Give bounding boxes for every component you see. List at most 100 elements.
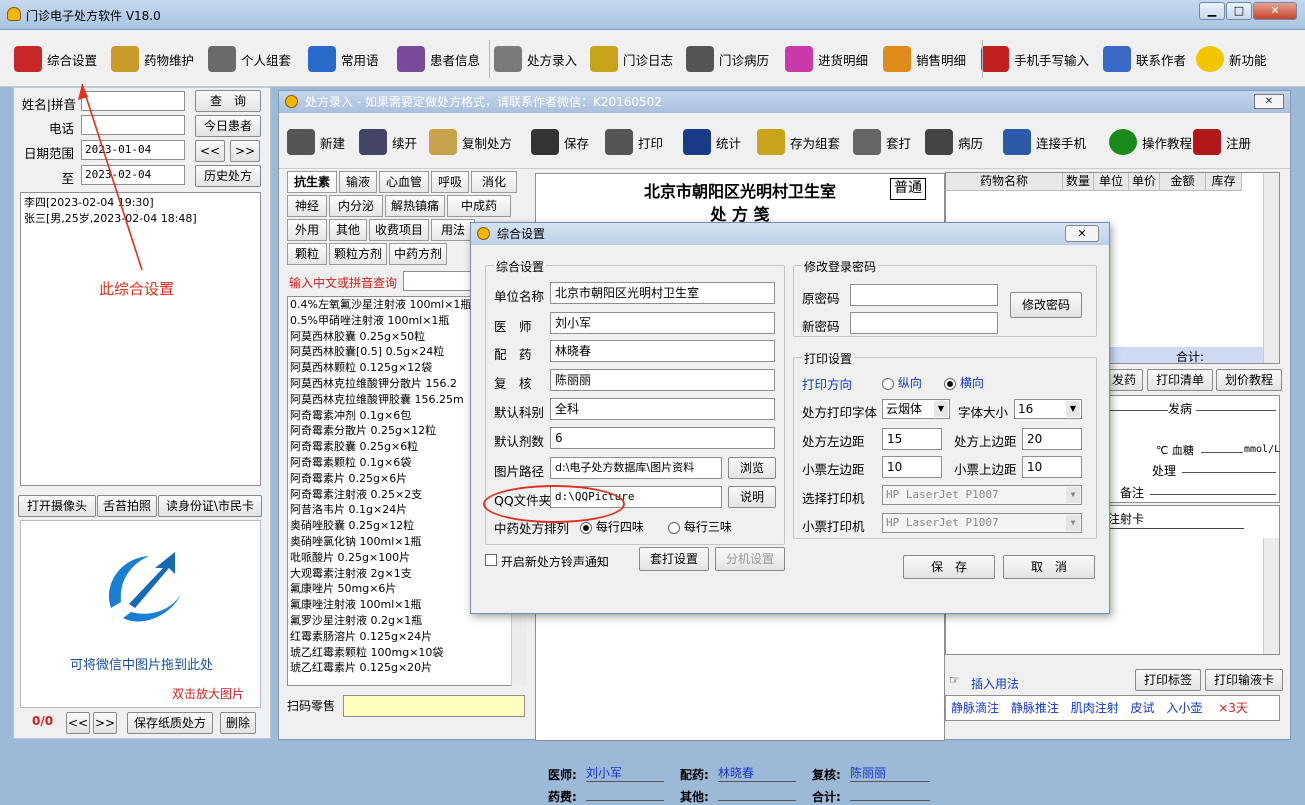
print-layout-button[interactable]: 套打设置 — [639, 547, 709, 571]
image-path-input[interactable]: d:\电子处方数据库\图片资料 — [550, 457, 722, 479]
rx-continue-button[interactable]: 续开 — [359, 128, 417, 156]
next-button[interactable]: >> — [230, 140, 260, 162]
grid-scrollbar[interactable] — [1263, 173, 1279, 363]
tab-1-3[interactable]: 中成药 — [447, 195, 511, 217]
grid-column-header[interactable]: 数量 — [1063, 173, 1094, 191]
change-password-button[interactable]: 修改密码 — [1010, 292, 1082, 318]
rx-register-button[interactable]: 注册 — [1193, 128, 1251, 156]
rx-printer2-button[interactable]: 套打 — [853, 128, 911, 156]
ticket-printer-select[interactable]: HP LaserJet P1007 ▼ — [882, 513, 1082, 533]
sound-option[interactable]: 开启新处方铃声通知 — [485, 553, 609, 570]
doctor-input[interactable]: 刘小军 — [550, 312, 775, 334]
scan-input[interactable] — [343, 695, 525, 717]
save-paper-rx-button[interactable]: 保存纸质处方 — [127, 712, 213, 734]
print-list-button[interactable]: 打印清单 — [1147, 369, 1213, 391]
maximize-button[interactable]: □ — [1226, 2, 1252, 20]
tab-3-0[interactable]: 颗粒 — [287, 243, 327, 265]
toolbar-chart-board-button[interactable]: 常用语 — [308, 45, 379, 73]
review-input[interactable]: 陈丽丽 — [550, 369, 775, 391]
toolbar-bar-chart-button[interactable]: 进货明细 — [785, 45, 868, 73]
tab-3-1[interactable]: 颗粒方剂 — [329, 243, 387, 265]
unit-input[interactable]: 北京市朝阳区光明村卫生室 — [550, 282, 775, 304]
portrait-option[interactable]: 纵向 — [882, 374, 922, 391]
list-item[interactable]: 氟罗沙星注射液 0.2g×1瓶 — [288, 613, 526, 629]
tab-2-3[interactable]: 用法 — [431, 219, 475, 241]
tab-0-2[interactable]: 心血管 — [379, 171, 429, 193]
toolbar-phone-tools-button[interactable]: 手机手写输入 — [981, 45, 1089, 73]
rx-save-button[interactable]: 保存 — [531, 128, 589, 156]
old-password-input[interactable] — [850, 284, 998, 306]
ticket-left-margin-input[interactable]: 10 — [882, 456, 942, 478]
close-icon[interactable]: ✕ — [1254, 94, 1284, 109]
font-size-select[interactable]: 16 ▼ — [1014, 399, 1082, 419]
rx-stats-button[interactable]: 统计 — [683, 128, 741, 156]
toolbar-sales-chart-button[interactable]: 销售明细 — [883, 45, 966, 73]
tab-1-1[interactable]: 内分泌 — [329, 195, 383, 217]
print-infusion-card-button[interactable]: 打印输液卡 — [1205, 669, 1283, 691]
usage-item[interactable]: 肌肉注射 — [1071, 701, 1119, 715]
image-prev-button[interactable]: << — [66, 712, 90, 734]
delete-button[interactable]: 删除 — [220, 712, 256, 734]
insert-usage-link[interactable]: 插入用法 — [971, 675, 1019, 692]
close-button[interactable]: ✕ — [1253, 2, 1297, 20]
pricing-tutorial-button[interactable]: 划价教程 — [1216, 369, 1282, 391]
open-camera-button[interactable]: 打开摄像头 — [18, 495, 96, 517]
grid-column-header[interactable]: 药物名称 — [946, 173, 1063, 191]
grid-column-header[interactable]: 单位 — [1094, 173, 1129, 191]
toolbar-pen-paper-button[interactable]: 处方录入 — [494, 45, 577, 73]
image-drop-area[interactable]: 可将微信中图片拖到此处 双击放大图片 — [20, 520, 261, 708]
tab-0-1[interactable]: 输液 — [339, 171, 377, 193]
landscape-option[interactable]: 横向 — [944, 374, 984, 391]
tab-2-1[interactable]: 其他 — [329, 219, 367, 241]
minimize-button[interactable]: ▁ — [1199, 2, 1225, 20]
ticket-top-margin-input[interactable]: 10 — [1022, 456, 1082, 478]
toolbar-notepad-button[interactable]: 门诊日志 — [590, 45, 673, 73]
toolbar-people-button[interactable]: 患者信息 — [397, 45, 480, 73]
rx-new-button[interactable]: 新建 — [287, 128, 345, 156]
browse-button[interactable]: 浏览 — [728, 457, 776, 479]
rx-phone-button[interactable]: 连接手机 — [1003, 128, 1086, 156]
toolbar-smiley-button[interactable]: 新功能 — [1196, 45, 1267, 73]
toolbar-gear-disk-button[interactable]: 综合设置 — [14, 45, 97, 73]
dispense-input[interactable]: 林晓春 — [550, 340, 775, 362]
usage-item[interactable]: 静脉推注 — [1011, 701, 1059, 715]
rx-record-button[interactable]: 病历 — [925, 128, 983, 156]
four-per-row-option[interactable]: 每行四味 — [580, 518, 644, 535]
print-label-button[interactable]: 打印标签 — [1135, 669, 1201, 691]
grid-column-header[interactable]: 金额 — [1160, 173, 1206, 191]
tab-0-3[interactable]: 呼吸 — [431, 171, 469, 193]
tab-1-0[interactable]: 神经 — [287, 195, 327, 217]
doses-input[interactable]: 6 — [550, 427, 775, 449]
rx-help-button[interactable]: 操作教程 — [1109, 128, 1192, 156]
rx-folder-button[interactable]: 复制处方 — [429, 128, 512, 156]
toolbar-person-button[interactable]: 联系作者 — [1103, 45, 1186, 73]
explain-button[interactable]: 说明 — [728, 486, 776, 508]
toolbar-books-button[interactable]: 药物维护 — [111, 45, 194, 73]
list-item[interactable]: 琥乙红霉素片 0.125g×20片 — [288, 660, 526, 676]
usage-item[interactable]: 皮试 — [1131, 701, 1155, 715]
history-rx-button[interactable]: 历史处方 — [195, 165, 261, 187]
left-margin-input[interactable]: 15 — [882, 428, 942, 450]
usage-item[interactable]: 入小壶 — [1166, 701, 1202, 715]
printer-select[interactable]: HP LaserJet P1007 ▼ — [882, 485, 1082, 505]
rx-printer-button[interactable]: 打印 — [605, 128, 663, 156]
image-next-button[interactable]: >> — [93, 712, 117, 734]
prev-button[interactable]: << — [195, 140, 225, 162]
top-margin-input[interactable]: 20 — [1022, 428, 1082, 450]
tab-1-2[interactable]: 解热镇痛 — [385, 195, 445, 217]
three-per-row-option[interactable]: 每行三味 — [668, 518, 732, 535]
rx-font-select[interactable]: 云烟体 ▼ — [882, 399, 950, 419]
toolbar-document-button[interactable]: 门诊病历 — [686, 45, 769, 73]
grid-column-header[interactable]: 单价 — [1129, 173, 1160, 191]
read-id-card-button[interactable]: 读身份证\市民卡 — [158, 495, 262, 517]
tab-0-0[interactable]: 抗生素 — [287, 171, 337, 193]
dept-input[interactable]: 全科 — [550, 398, 775, 420]
list-item[interactable]: 琥乙红霉素颗粒 100mg×10袋 — [288, 645, 526, 661]
today-patients-button[interactable]: 今日患者 — [195, 115, 261, 137]
tongue-photo-button[interactable]: 舌苔拍照 — [97, 495, 157, 517]
close-icon[interactable]: ✕ — [1065, 225, 1099, 242]
days-item[interactable]: ×3天 — [1218, 701, 1248, 715]
toolbar-notebook-button[interactable]: 个人组套 — [208, 45, 291, 73]
dispense-button[interactable]: 发药 — [1105, 369, 1143, 391]
query-button[interactable]: 查 询 — [195, 90, 261, 112]
